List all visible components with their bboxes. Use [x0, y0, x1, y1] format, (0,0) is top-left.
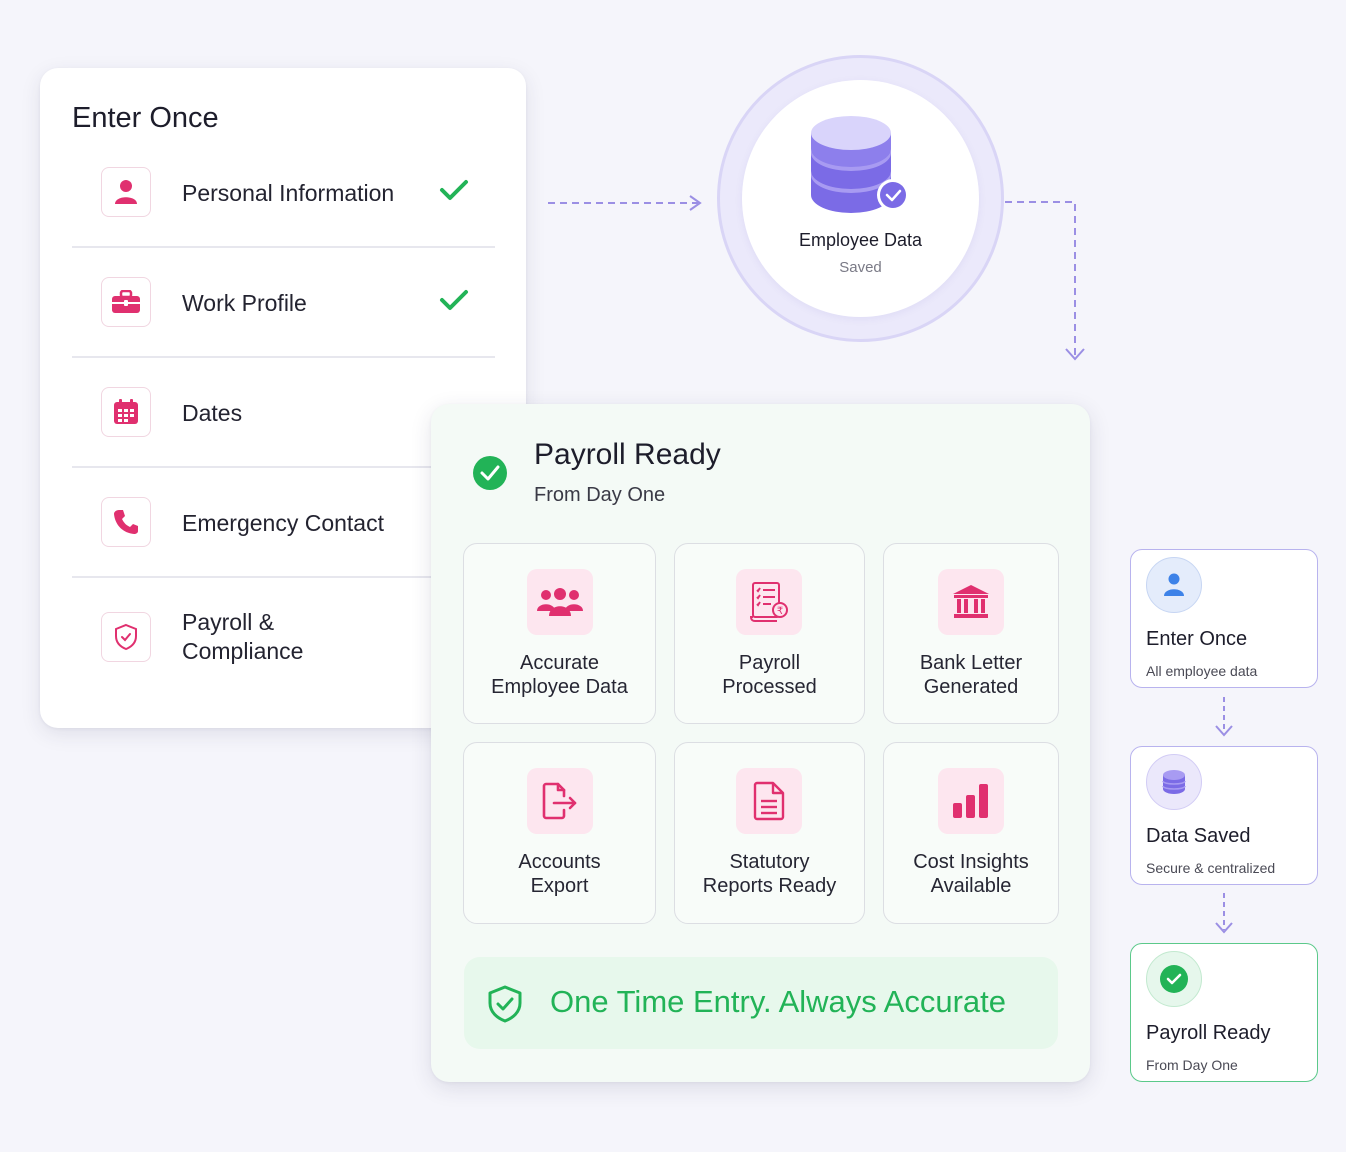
tile-bank-letter-generated[interactable]: Bank Letter Generated [883, 543, 1059, 724]
database-icon [1146, 754, 1202, 810]
tile-accounts-export[interactable]: Accounts Export [463, 742, 656, 924]
tile-label: Bank Letter Generated [919, 652, 1023, 698]
payroll-title: Payroll Ready [534, 438, 721, 471]
tile-statutory-reports-ready[interactable]: Statutory Reports Ready [674, 742, 865, 924]
check-circle-icon [1146, 951, 1202, 1007]
field-label: Payroll & [182, 609, 275, 635]
flow-title: Enter Once [1146, 628, 1248, 650]
tile-label: Statutory Reports Ready [702, 851, 837, 897]
enter-once-title: Enter Once [72, 102, 219, 134]
check-icon [440, 180, 468, 200]
database-icon [811, 116, 909, 213]
saved-subtitle: Saved [839, 259, 882, 276]
flow-subtitle: From Day One [1146, 1057, 1238, 1073]
payroll-subtitle: From Day One [534, 484, 666, 506]
tile-accurate-employee-data[interactable]: Accurate Employee Data [463, 543, 656, 724]
tile-label: Accurate Employee Data [491, 652, 628, 698]
tile-label: Payroll Processed [722, 652, 817, 698]
user-icon [1146, 557, 1202, 613]
field-label: Personal Information [182, 180, 395, 206]
tile-label: Accounts Export [518, 851, 601, 897]
payslip-icon: ₹ [736, 569, 802, 635]
field-label: Emergency Contact [182, 510, 384, 536]
calendar-icon [101, 387, 151, 437]
arrow-to-payroll [1005, 201, 1076, 356]
flow-subtitle: Secure & centralized [1146, 860, 1276, 876]
flow-title: Payroll Ready [1146, 1022, 1271, 1044]
check-icon [440, 290, 468, 310]
field-row-personal-information[interactable]: Personal Information [72, 138, 495, 248]
check-circle-icon [473, 456, 507, 490]
payroll-ready-panel: Payroll Ready From Day One Accurate Emplo… [431, 404, 1090, 1082]
field-label: Dates [182, 400, 243, 426]
phone-icon [101, 497, 151, 547]
flow-card-data-saved: Data Saved Secure & centralized [1130, 746, 1318, 885]
flow-title: Data Saved [1146, 825, 1251, 847]
svg-text:₹: ₹ [777, 606, 783, 617]
document-icon [736, 768, 802, 834]
bar-chart-icon [938, 768, 1004, 834]
field-label: Work Profile [182, 290, 307, 316]
shield-icon [101, 612, 151, 662]
briefcase-icon [101, 277, 151, 327]
flow-card-enter-once: Enter Once All employee data [1130, 549, 1318, 688]
people-icon [527, 569, 593, 635]
accuracy-banner: One Time Entry. Always Accurate [464, 957, 1058, 1049]
saved-title: Employee Data [798, 230, 923, 250]
bank-icon [938, 569, 1004, 635]
field-row-work-profile[interactable]: Work Profile [72, 248, 495, 358]
tile-label: Cost Insights Available [913, 851, 1029, 897]
user-icon [101, 167, 151, 217]
tile-cost-insights-available[interactable]: Cost Insights Available [883, 742, 1059, 924]
flow-card-payroll-ready: Payroll Ready From Day One [1130, 943, 1318, 1082]
tile-payroll-processed[interactable]: ₹ Payroll Processed [674, 543, 865, 724]
export-icon [527, 768, 593, 834]
flow-subtitle: All employee data [1146, 663, 1258, 679]
shield-check-icon [488, 985, 522, 1023]
field-label-line2: Compliance [182, 638, 304, 664]
banner-text: One Time Entry. Always Accurate [550, 984, 1006, 1019]
